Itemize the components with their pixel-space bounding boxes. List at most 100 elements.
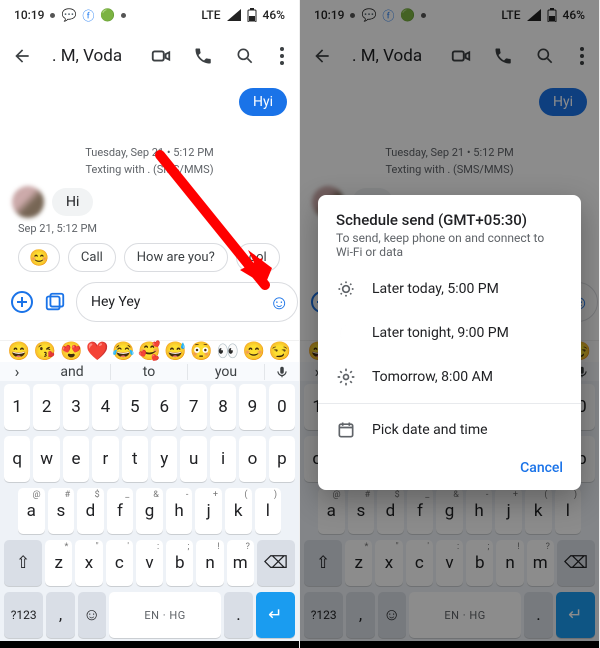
key-j[interactable]: j+ xyxy=(195,488,222,534)
key-a[interactable]: a@ xyxy=(18,488,45,534)
key-f[interactable]: f_ xyxy=(107,488,134,534)
key-3[interactable]: 3 xyxy=(63,384,89,430)
back-button[interactable] xyxy=(310,44,334,68)
emoji-button[interactable]: ☺ xyxy=(269,290,289,315)
key-i[interactable]: i xyxy=(210,436,236,482)
suggestion-3[interactable]: you xyxy=(188,364,265,380)
key-s[interactable]: s# xyxy=(48,488,75,534)
avatar[interactable] xyxy=(12,186,44,218)
key-8[interactable]: 8 xyxy=(210,384,236,430)
voice-call-button[interactable] xyxy=(191,44,215,68)
incoming-message[interactable]: Hi xyxy=(52,188,93,216)
key-enter: ↵ xyxy=(556,592,595,638)
key-2[interactable]: 2 xyxy=(33,384,59,430)
option-later-tonight[interactable]: Later tonight, 9:00 PM xyxy=(318,311,581,355)
key-6[interactable]: 6 xyxy=(151,384,177,430)
smart-reply-2[interactable]: How are you? xyxy=(124,243,228,272)
status-bar: 10:19 💬 ⓕ 🟢 LTE 46% xyxy=(0,0,299,30)
key-n[interactable]: n! xyxy=(196,540,223,586)
conversation-title[interactable]: . M, Voda xyxy=(52,46,131,66)
message-field[interactable]: ☺ xyxy=(76,282,298,322)
search-button[interactable] xyxy=(233,44,257,68)
key-7[interactable]: 7 xyxy=(180,384,206,430)
search-button[interactable] xyxy=(533,44,557,68)
key-symbols[interactable]: ?123 xyxy=(4,592,43,638)
key-m[interactable]: m? xyxy=(227,540,254,586)
key-o[interactable]: o xyxy=(239,436,265,482)
key-p[interactable]: p xyxy=(269,436,295,482)
key-k[interactable]: k( xyxy=(225,488,252,534)
key-0[interactable]: 0 xyxy=(269,384,295,430)
key-.[interactable]: . xyxy=(224,592,252,638)
emoji-option[interactable]: 😏 xyxy=(269,341,291,362)
overflow-button[interactable] xyxy=(575,44,589,68)
emoji-option[interactable]: 😘 xyxy=(34,341,56,362)
key-t[interactable]: t xyxy=(122,436,148,482)
key-d: d$ xyxy=(377,488,404,534)
expand-suggestions[interactable]: › xyxy=(0,362,34,381)
key-l[interactable]: l) xyxy=(255,488,282,534)
emoji-option[interactable]: 😅 xyxy=(164,341,186,362)
back-button[interactable] xyxy=(10,44,34,68)
key-9[interactable]: 9 xyxy=(239,384,265,430)
emoji-option[interactable]: 😄 xyxy=(8,341,30,362)
emoji-option[interactable]: 👀 xyxy=(216,341,238,362)
option-pick-datetime[interactable]: Pick date and time xyxy=(318,408,581,452)
clock: 10:19 xyxy=(314,8,344,22)
key-g[interactable]: g& xyxy=(136,488,163,534)
outgoing-message[interactable]: Hyi xyxy=(239,88,287,116)
key-v[interactable]: v: xyxy=(136,540,163,586)
suggestion-1[interactable]: and xyxy=(34,364,111,380)
emoji-option[interactable]: 😳 xyxy=(190,341,212,362)
key-x[interactable]: x" xyxy=(75,540,102,586)
emoji-option[interactable]: ❤️ xyxy=(86,341,108,362)
nav-collapse[interactable]: ⌄ xyxy=(143,641,156,648)
emoji-option[interactable]: 😂 xyxy=(112,341,134,362)
dialog-cancel[interactable]: Cancel xyxy=(318,452,581,484)
key-q[interactable]: q xyxy=(4,436,30,482)
message-input[interactable] xyxy=(91,294,269,310)
conversation-title[interactable]: . M, Voda xyxy=(352,46,431,66)
key-b[interactable]: b; xyxy=(166,540,193,586)
overflow-button[interactable] xyxy=(275,44,289,68)
battery-pct: 46% xyxy=(563,8,585,22)
key-z[interactable]: z* xyxy=(45,540,72,586)
smart-reply-1[interactable]: Call xyxy=(68,243,116,272)
key-y[interactable]: y xyxy=(151,436,177,482)
key-d[interactable]: d$ xyxy=(77,488,104,534)
key-4[interactable]: 4 xyxy=(92,384,118,430)
dialog-title: Schedule send (GMT+05:30) xyxy=(318,211,581,229)
emoji-option[interactable]: 😊 xyxy=(243,341,265,362)
key-r[interactable]: r xyxy=(92,436,118,482)
emoji-option[interactable]: 🥰 xyxy=(138,341,160,362)
key-5[interactable]: 5 xyxy=(122,384,148,430)
key-u[interactable]: u xyxy=(180,436,206,482)
incoming-timestamp: Sep 21, 5:12 PM xyxy=(18,222,287,235)
video-call-button[interactable] xyxy=(149,44,173,68)
key-enter[interactable]: ↵ xyxy=(256,592,295,638)
key-h[interactable]: h- xyxy=(166,488,193,534)
video-call-button[interactable] xyxy=(449,44,473,68)
emoji-option[interactable]: 😍 xyxy=(60,341,82,362)
key-emoji[interactable]: ☺ xyxy=(78,592,106,638)
smart-reply-3[interactable]: ool xyxy=(236,243,280,272)
voice-call-button[interactable] xyxy=(491,44,515,68)
suggestion-2[interactable]: to xyxy=(111,364,188,380)
gallery-button[interactable] xyxy=(44,289,66,315)
option-tomorrow[interactable]: Tomorrow, 8:00 AM xyxy=(318,355,581,399)
key-1[interactable]: 1 xyxy=(4,384,30,430)
key-,[interactable]: , xyxy=(46,592,74,638)
key-e[interactable]: e xyxy=(63,436,89,482)
option-later-today[interactable]: Later today, 5:00 PM xyxy=(318,267,581,311)
key-c[interactable]: c' xyxy=(106,540,133,586)
smart-reply-emoji[interactable]: 😊 xyxy=(18,243,60,272)
key-w[interactable]: w xyxy=(33,436,59,482)
key-space[interactable]: EN · HG xyxy=(109,592,222,638)
voice-input[interactable] xyxy=(265,363,299,381)
key-backspace[interactable]: ⌫ xyxy=(257,540,295,586)
key-m: m? xyxy=(527,540,554,586)
nav-collapse[interactable]: ⌄ xyxy=(443,641,456,648)
key-shift[interactable]: ⇧ xyxy=(4,540,42,586)
add-button[interactable] xyxy=(10,289,34,315)
messenger-icon: 💬 xyxy=(61,8,76,22)
